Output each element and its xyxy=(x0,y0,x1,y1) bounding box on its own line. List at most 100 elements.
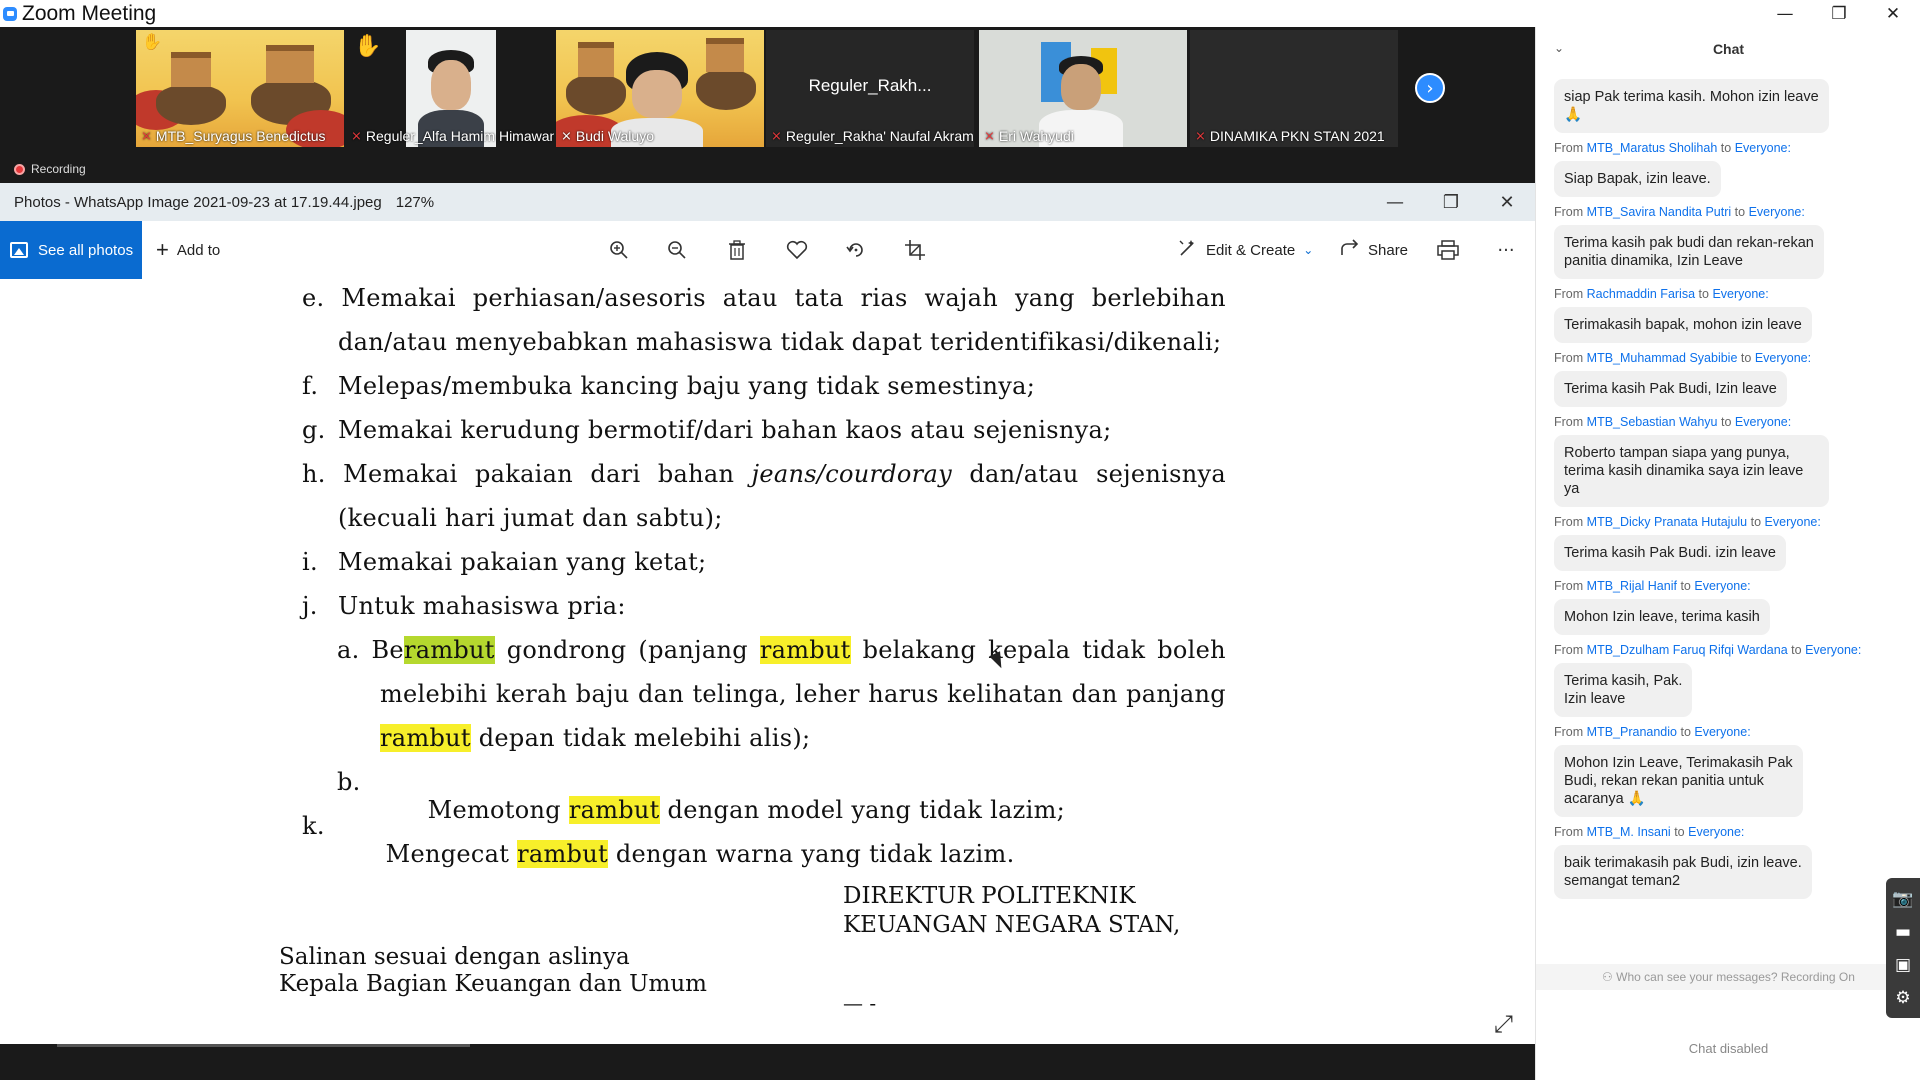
more-options-icon[interactable]: ··· xyxy=(1490,234,1522,266)
director-title-line1: DIREKTUR POLITEKNIK xyxy=(843,883,1136,909)
participant-name: ⨯ MTB_Suryagus Benedictus xyxy=(141,128,326,144)
zoom-window-controls: — ❐ ✕ xyxy=(1535,0,1920,27)
see-all-photos-button[interactable]: See all photos xyxy=(0,221,142,279)
zoom-close-button[interactable]: ✕ xyxy=(1866,0,1920,27)
chat-bubble: baik terimakasih pak Budi, izin leave. s… xyxy=(1554,845,1812,899)
plus-icon: + xyxy=(156,237,169,262)
screen: Zoom Meeting — ❐ ✕ ✋ ⨯ MTB_Suryagus Bene… xyxy=(0,0,1920,1080)
mic-muted-icon: ⨯ xyxy=(984,128,995,144)
document-image: e. Memakai perhiasan/asesoris atau tata rias w… xyxy=(0,279,1535,1044)
sender-name[interactable]: Rachmaddin Farisa xyxy=(1587,287,1695,301)
participant-tile[interactable]: ✋ ⨯ MTB_Suryagus Benedictus xyxy=(136,30,344,147)
share-icon xyxy=(1340,239,1360,261)
image-icon[interactable]: ▣ xyxy=(1886,948,1920,981)
mic-icon: ⨯ xyxy=(561,128,572,144)
delete-icon[interactable] xyxy=(721,234,753,266)
mic-muted-icon: ⨯ xyxy=(351,128,362,144)
zoom-restore-button[interactable]: ❐ xyxy=(1812,0,1866,27)
chat-sender-line: From MTB_Muhammad Syabibie to Everyone: xyxy=(1554,351,1904,365)
participant-tile[interactable]: Reguler_Rakh... ⨯ Reguler_Rakha' Naufal … xyxy=(766,30,974,147)
photos-close-button[interactable]: ✕ xyxy=(1479,183,1535,221)
photos-icon xyxy=(10,242,28,258)
doc-line-i: i. xyxy=(302,548,318,576)
participant-tile-active[interactable]: ⨯ Budi Waluyo xyxy=(556,30,764,147)
zoom-minimize-button[interactable]: — xyxy=(1758,0,1812,27)
participant-tile[interactable]: ✋ ⨯ Reguler_Alfa Hamim Himawan xyxy=(346,30,554,147)
recipient-name: Everyone: xyxy=(1734,415,1792,429)
participant-name: ⨯ Budi Waluyo xyxy=(561,128,654,144)
video-icon[interactable]: ▬ xyxy=(1886,915,1920,948)
camera-icon[interactable]: 📷 xyxy=(1886,882,1920,915)
chat-bubble: Terima kasih, Pak. Izin leave xyxy=(1554,663,1693,717)
to-label: to xyxy=(1720,141,1732,155)
photos-minimize-button[interactable]: — xyxy=(1367,183,1423,221)
sender-name[interactable]: MTB_Sebastian Wahyu xyxy=(1587,415,1718,429)
from-label: From xyxy=(1554,579,1584,593)
edit-create-button[interactable]: Edit & Create ⌄ xyxy=(1178,221,1313,279)
sender-name[interactable]: MTB_Maratus Sholihah xyxy=(1587,141,1718,155)
participant-tile[interactable]: ⨯ Eri Wahyudi xyxy=(979,30,1187,147)
chat-sender-line: From MTB_Rijal Hanif to Everyone: xyxy=(1554,579,1904,593)
sender-name[interactable]: MTB_Pranandio xyxy=(1587,725,1677,739)
chat-message-list[interactable]: siap Pak terima kasih. Mohon izin leave … xyxy=(1554,79,1904,907)
doc-line-k: k. xyxy=(302,812,325,840)
doc-line-h1: h. Memakai pakaian dari bahan jeans/courdoray… xyxy=(302,460,1226,488)
participant-name: ⨯ Reguler_Alfa Hamim Himawan xyxy=(351,128,554,144)
recording-dot-icon xyxy=(14,163,25,175)
sender-name[interactable]: MTB_Dzulham Faruq Rifqi Wardana xyxy=(1587,643,1788,657)
chat-privacy-note[interactable]: ⚇ Who can see your messages? Recording O… xyxy=(1536,964,1920,990)
horizontal-scrollbar[interactable] xyxy=(0,1044,1535,1080)
settings-gear-icon[interactable]: ⚙ xyxy=(1886,981,1920,1014)
crop-icon[interactable] xyxy=(899,234,931,266)
sender-name[interactable]: MTB_Dicky Pranata Hutajulu xyxy=(1587,515,1747,529)
zoom-out-icon[interactable] xyxy=(661,234,693,266)
recipient-name: Everyone: xyxy=(1694,579,1751,593)
chat-sender-line: From MTB_Dzulham Faruq Rifqi Wardana to … xyxy=(1554,643,1904,657)
chat-sender-line: From Rachmaddin Farisa to Everyone: xyxy=(1554,287,1904,301)
participant-tile[interactable]: ⨯ DINAMIKA PKN STAN 2021 xyxy=(1190,30,1398,147)
chat-message: From MTB_Muhammad Syabibie to Everyone: T… xyxy=(1554,351,1904,407)
expand-fullscreen-icon[interactable]: ⤢ xyxy=(1494,1010,1513,1038)
add-to-button[interactable]: + Add to xyxy=(156,221,220,279)
next-page-icon[interactable]: › xyxy=(1415,73,1445,103)
chat-message: From MTB_Pranandio to Everyone: Mohon Izi… xyxy=(1554,725,1904,817)
from-label: From xyxy=(1554,725,1584,739)
chat-bubble: Terima kasih Pak Budi, Izin leave xyxy=(1554,371,1787,407)
photos-restore-button[interactable]: ❐ xyxy=(1423,183,1479,221)
recipient-name: Everyone: xyxy=(1754,351,1812,365)
chat-bubble: Terima kasih pak budi dan rekan-rekan pa… xyxy=(1554,225,1824,279)
share-button[interactable]: Share xyxy=(1340,221,1408,279)
chevron-down-icon[interactable]: ⌄ xyxy=(1554,41,1564,55)
to-label: to xyxy=(1721,415,1732,429)
rotate-icon[interactable] xyxy=(840,234,872,266)
doc-line-a3: rambut depan tidak melebihi alis); xyxy=(380,724,811,752)
photos-zoom-level: 127% xyxy=(395,193,435,211)
chat-sender-line: From MTB_Pranandio to Everyone: xyxy=(1554,725,1904,739)
chat-message: From MTB_Savira Nandita Putri to Everyon… xyxy=(1554,205,1904,279)
chat-message: From MTB_Dzulham Faruq Rifqi Wardana to … xyxy=(1554,643,1904,717)
mic-muted-icon: ⨯ xyxy=(1195,128,1206,144)
favorite-heart-icon[interactable] xyxy=(781,234,813,266)
doc-line-g-text: Memakai kerudung bermotif/dari bahan kao… xyxy=(338,416,1112,444)
director-title-line2: KEUANGAN NEGARA STAN, xyxy=(843,912,1181,938)
sender-name[interactable]: MTB_Muhammad Syabibie xyxy=(1587,351,1738,365)
to-label: to xyxy=(1698,287,1709,301)
sender-name[interactable]: MTB_Rijal Hanif xyxy=(1587,579,1677,593)
from-label: From xyxy=(1554,643,1584,657)
print-icon[interactable] xyxy=(1432,234,1464,266)
participant-name: ⨯ Reguler_Rakha' Naufal Akram xyxy=(771,128,974,144)
sender-name[interactable]: MTB_Savira Nandita Putri xyxy=(1587,205,1732,219)
highlighted-word: rambut xyxy=(759,636,851,664)
photos-window-title: Photos - WhatsApp Image 2021-09-23 at 17… xyxy=(14,193,382,211)
side-toolbar: 📷 ▬ ▣ ⚙ xyxy=(1886,878,1920,1018)
chat-disabled-note: Chat disabled xyxy=(1688,1041,1769,1056)
zoom-in-icon[interactable] xyxy=(603,234,635,266)
doc-line-j-text: Untuk mahasiswa pria: xyxy=(338,592,626,620)
sender-name[interactable]: MTB_M. Insani xyxy=(1587,825,1671,839)
raised-hand-icon: ✋ xyxy=(354,34,382,59)
chat-bubble: siap Pak terima kasih. Mohon izin leave … xyxy=(1554,79,1829,133)
photos-window-controls: — ❐ ✕ xyxy=(1367,183,1535,221)
chat-bubble: Mohon Izin leave, terima kasih xyxy=(1554,599,1770,635)
chat-sender-line: From MTB_M. Insani to Everyone: xyxy=(1554,825,1904,839)
doc-line-g: g. xyxy=(302,416,326,444)
